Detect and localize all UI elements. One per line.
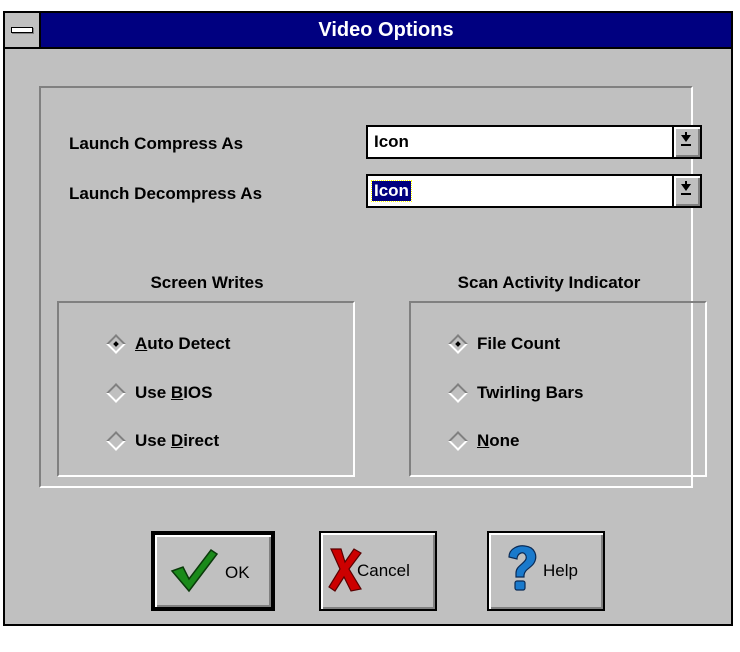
chevron-down-icon [681, 184, 691, 191]
ok-label: OK [225, 563, 250, 582]
radio-none[interactable]: None [447, 429, 520, 453]
launch-decompress-combo[interactable]: Icon [366, 174, 702, 208]
radio-diamond-icon [106, 431, 126, 451]
ok-button[interactable]: OK [151, 531, 275, 611]
radio-use-bios[interactable]: Use BIOS [105, 381, 213, 405]
radio-diamond-icon [106, 334, 126, 354]
cancel-button[interactable]: Cancel [319, 531, 437, 611]
launch-compress-combo[interactable]: Icon [366, 125, 702, 159]
scan-activity-title: Scan Activity Indicator [457, 273, 641, 292]
radio-diamond-icon [448, 431, 468, 451]
radio-label: Use Direct [135, 431, 220, 450]
radio-file-count[interactable]: File Count [447, 332, 560, 356]
help-button[interactable]: Help [487, 531, 605, 611]
scan-activity-group: File Count Twirling Bars None [409, 301, 707, 477]
title-bar[interactable]: Video Options [5, 13, 731, 49]
launch-decompress-label: Launch Decompress As [69, 184, 263, 203]
system-menu-button[interactable] [5, 13, 41, 47]
radio-twirling-bars[interactable]: Twirling Bars [447, 381, 583, 405]
system-menu-icon [11, 27, 33, 33]
launch-decompress-value: Icon [371, 180, 412, 202]
radio-label: None [477, 431, 520, 450]
radio-label: Use BIOS [135, 383, 213, 402]
launch-decompress-dropdown-button[interactable] [672, 176, 700, 206]
radio-label: Twirling Bars [477, 383, 584, 402]
radio-label: File Count [477, 334, 561, 353]
cancel-label: Cancel [357, 561, 410, 580]
screen-writes-title: Screen Writes [150, 273, 264, 292]
radio-label: Auto Detect [135, 334, 231, 353]
screen-writes-group: Auto Detect Use BIOS Use Direct [57, 301, 355, 477]
radio-auto-detect[interactable]: Auto Detect [105, 332, 230, 356]
help-label: Help [543, 561, 578, 580]
radio-diamond-icon [448, 383, 468, 403]
radio-diamond-icon [106, 383, 126, 403]
radio-use-direct[interactable]: Use Direct [105, 429, 219, 453]
question-mark-icon [508, 545, 537, 591]
video-options-dialog: Video Options Launch Compress As Icon La… [3, 11, 733, 626]
options-panel: Launch Compress As Icon Launch Decompres… [39, 86, 707, 488]
chevron-down-icon [681, 135, 691, 142]
launch-compress-value: Icon [374, 132, 409, 151]
launch-compress-label: Launch Compress As [69, 134, 244, 153]
radio-diamond-icon [448, 334, 468, 354]
checkmark-icon [170, 548, 219, 593]
launch-compress-dropdown-button[interactable] [672, 127, 700, 157]
window-title: Video Options [318, 19, 454, 41]
